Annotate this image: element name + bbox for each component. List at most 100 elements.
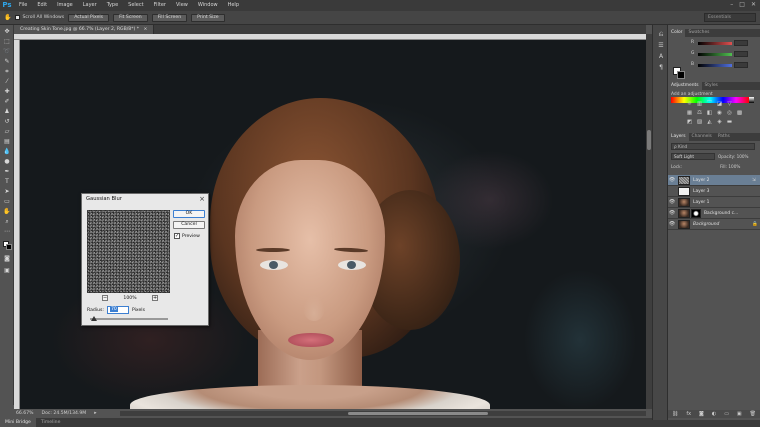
preview-checkbox-row[interactable]: ✓ Preview <box>174 233 200 239</box>
tab-mini-bridge[interactable]: Mini Bridge <box>0 418 36 427</box>
menu-layer[interactable]: Layer <box>78 0 102 11</box>
new-adjustment-icon[interactable]: ◐ <box>712 411 716 417</box>
ok-button[interactable]: OK <box>173 210 205 218</box>
quick-select-tool-icon[interactable]: ✎ <box>2 58 12 66</box>
opacity-value[interactable]: 100% <box>737 154 749 159</box>
layer-name[interactable]: Layer 2 <box>693 178 752 183</box>
tab-timeline[interactable]: Timeline <box>36 418 66 427</box>
lasso-tool-icon[interactable]: ➰ <box>2 48 12 56</box>
print-size-button[interactable]: Print Size <box>191 13 225 22</box>
new-layer-icon[interactable]: ▣ <box>737 411 742 417</box>
link-layers-icon[interactable]: ⛓ <box>672 411 678 417</box>
visibility-eye-icon[interactable]: 👁 <box>668 177 676 183</box>
eyedropper-tool-icon[interactable]: ⁄ <box>2 78 12 86</box>
quick-mask-icon[interactable]: ◙ <box>2 255 12 263</box>
tab-adjustments[interactable]: Adjustments <box>668 82 702 90</box>
properties-icon[interactable]: ☰ <box>657 42 665 49</box>
close-window-button[interactable]: ✕ <box>751 1 756 8</box>
invert-icon[interactable]: ◩ <box>686 119 693 125</box>
dodge-tool-icon[interactable]: ● <box>2 158 12 166</box>
tab-color[interactable]: Color <box>668 29 686 37</box>
minimize-button[interactable]: – <box>730 1 733 8</box>
document-tab-close-icon[interactable]: × <box>144 27 148 32</box>
green-channel-value[interactable] <box>734 51 748 57</box>
tab-paths[interactable]: Paths <box>715 133 733 141</box>
photo-filter-icon[interactable]: ◉ <box>716 110 723 116</box>
layer-row-background[interactable]: 👁 Background 🔒 <box>668 219 760 230</box>
layer-kind-filter[interactable]: ρ Kind <box>671 143 755 150</box>
document-tab[interactable]: Creating Skin Tone.jpg @ 66.7% (Layer 2,… <box>14 25 155 34</box>
add-mask-icon[interactable]: ◙ <box>699 411 704 417</box>
eraser-tool-icon[interactable]: ▱ <box>2 128 12 136</box>
zoom-out-button[interactable]: − <box>102 295 108 301</box>
hue-saturation-icon[interactable]: ▦ <box>686 110 693 116</box>
channel-mixer-icon[interactable]: ◎ <box>726 110 733 116</box>
layer-row-layer-1[interactable]: 👁 Layer 1 <box>668 197 760 208</box>
exposure-icon[interactable]: ◪ <box>716 101 723 107</box>
pen-tool-icon[interactable]: ✒ <box>2 168 12 176</box>
menu-type[interactable]: Type <box>102 0 123 11</box>
shape-tool-icon[interactable]: ▭ <box>2 198 12 206</box>
layer-style-icon[interactable]: fx <box>686 411 691 417</box>
screen-mode-icon[interactable]: ▣ <box>2 267 12 275</box>
healing-brush-tool-icon[interactable]: ✚ <box>2 88 12 96</box>
path-select-tool-icon[interactable]: ➤ <box>2 188 12 196</box>
more-tools-icon[interactable]: ⋯ <box>2 228 12 236</box>
curves-icon[interactable]: ⌒ <box>706 101 713 107</box>
menu-image[interactable]: Image <box>52 0 78 11</box>
vertical-scrollbar-thumb[interactable] <box>647 130 651 150</box>
fit-screen-button[interactable]: Fit Screen <box>113 13 148 22</box>
blue-channel-slider[interactable] <box>698 64 732 67</box>
history-brush-tool-icon[interactable]: ↺ <box>2 118 12 126</box>
preview-checkbox[interactable]: ✓ <box>174 233 180 239</box>
gradient-map-icon[interactable]: ▬ <box>726 119 733 125</box>
red-channel-slider[interactable] <box>698 42 732 45</box>
move-tool-icon[interactable]: ✥ <box>2 28 12 36</box>
opacity-control[interactable]: Opacity: 100% <box>718 154 749 159</box>
color-background-swatch[interactable] <box>677 71 685 79</box>
color-lookup-icon[interactable]: ▩ <box>736 110 743 116</box>
layer-row-layer-3[interactable]: Layer 3 <box>668 186 760 197</box>
visibility-eye-icon[interactable]: 👁 <box>668 221 676 227</box>
layer-row-background-copy[interactable]: 👁 Background c... <box>668 208 760 219</box>
tab-styles[interactable]: Styles <box>702 82 721 90</box>
zoom-level[interactable]: 66.67% <box>16 411 34 416</box>
delete-layer-icon[interactable]: 🗑 <box>750 411 756 417</box>
clone-stamp-tool-icon[interactable]: ♟ <box>2 108 12 116</box>
character-icon[interactable]: A <box>657 53 665 60</box>
menu-filter[interactable]: Filter <box>149 0 171 11</box>
layer-name[interactable]: Layer 3 <box>693 189 760 194</box>
blue-channel-value[interactable] <box>734 62 748 68</box>
layer-name[interactable]: Background c... <box>704 211 760 216</box>
color-balance-icon[interactable]: ⚖ <box>696 110 703 116</box>
selective-color-icon[interactable]: ◈ <box>716 119 723 125</box>
radius-slider-thumb[interactable] <box>91 316 97 321</box>
layer-name[interactable]: Layer 1 <box>693 200 760 205</box>
hand-tool-icon[interactable]: ✋ <box>2 208 12 216</box>
threshold-icon[interactable]: ◭ <box>706 119 713 125</box>
dialog-close-icon[interactable]: × <box>199 195 205 203</box>
status-arrow-icon[interactable]: ▸ <box>94 411 96 416</box>
type-tool-icon[interactable]: T <box>2 178 12 186</box>
gradient-tool-icon[interactable]: ▤ <box>2 138 12 146</box>
checkbox-box[interactable] <box>15 15 21 20</box>
scroll-all-windows-checkbox[interactable]: Scroll All Windows <box>15 15 64 20</box>
brightness-icon[interactable]: ☼ <box>686 101 693 107</box>
blend-mode-select[interactable]: Soft Light <box>671 153 715 160</box>
fill-screen-button[interactable]: Fill Screen <box>151 13 188 22</box>
horizontal-scrollbar-thumb[interactable] <box>348 412 488 415</box>
tab-layers[interactable]: Layers <box>668 133 689 141</box>
menu-file[interactable]: File <box>14 0 32 11</box>
history-icon[interactable]: ⎌ <box>657 31 665 38</box>
levels-icon[interactable]: ▥ <box>696 101 703 107</box>
visibility-eye-icon[interactable]: 👁 <box>668 199 676 205</box>
new-group-icon[interactable]: ▭ <box>724 411 729 417</box>
doc-info[interactable]: Doc: 24.5M/134.9M <box>42 411 87 416</box>
crop-tool-icon[interactable]: ⌗ <box>2 68 12 76</box>
menu-select[interactable]: Select <box>123 0 148 11</box>
black-white-icon[interactable]: ◧ <box>706 110 713 116</box>
menu-view[interactable]: View <box>171 0 193 11</box>
fill-control[interactable]: Fill: 100% <box>720 164 740 169</box>
posterize-icon[interactable]: ▨ <box>696 119 703 125</box>
zoom-in-button[interactable]: + <box>151 295 158 301</box>
